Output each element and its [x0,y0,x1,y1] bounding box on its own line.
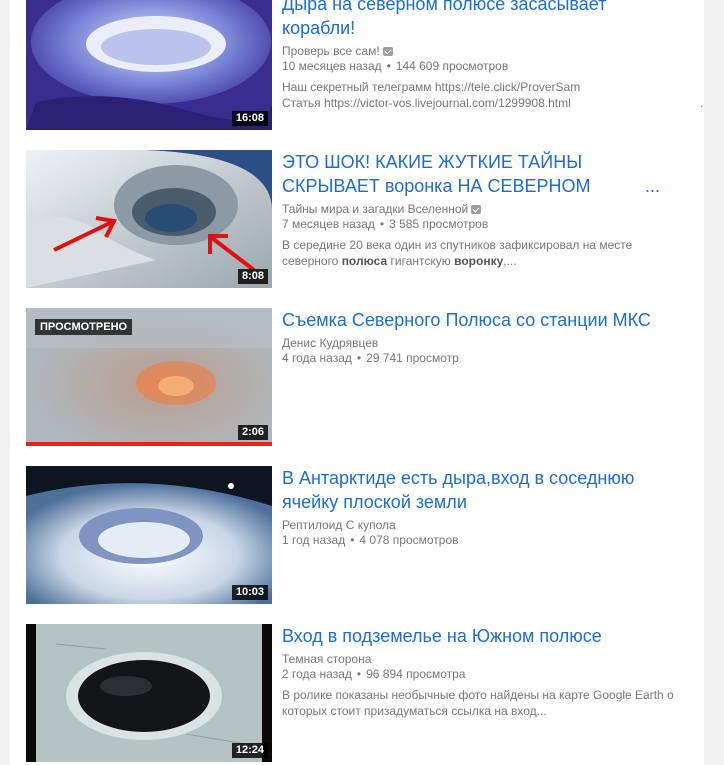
upload-age: 4 года назад [282,351,352,365]
watch-progress-bar [26,442,272,446]
video-thumbnail[interactable]: ПРОСМОТРЕНО 2:06 [26,308,272,446]
view-count: 4 078 просмотров [359,533,459,547]
video-title[interactable]: Дыра на северном полюсе засасывает кораб… [282,0,690,40]
video-duration: 16:08 [231,111,268,126]
video-duration: 8:08 [237,269,268,284]
watched-badge: ПРОСМОТРЕНО [35,319,133,335]
video-info: ЭТО ШОК! КАКИЕ ЖУТКИЕ ТАЙНЫ СКРЫВАЕТ вор… [282,150,690,269]
video-description: Наш секретный телеграмм https://tele.cli… [282,79,704,111]
video-meta: 4 года назад • 29 741 просмотр [282,351,690,366]
meta-separator: • [350,533,355,547]
video-meta: 10 месяцев назад • 144 609 просмотров [282,59,690,74]
video-title[interactable]: Вход в подземелье на Южном полюсе [282,624,690,648]
channel-name-row: Темная сторона [282,652,690,667]
video-result-5[interactable]: 12:24 Вход в подземелье на Южном полюсе … [26,624,696,762]
title-ellipsis: ... [644,176,660,196]
thumbnail-image [26,466,272,604]
video-title[interactable]: В Антарктиде есть дыра,вход в соседнюю я… [282,466,690,514]
video-info: Съемка Северного Полюса со станции МКС Д… [282,308,690,366]
channel-name[interactable]: Денис Кудрявцев [282,336,378,350]
thumbnail-image [26,624,272,762]
video-description: В ролике показаны необычные фото найдены… [282,688,674,718]
view-count: 29 741 просмотр [366,351,459,365]
video-thumbnail[interactable]: 12:24 [26,624,272,762]
video-result-4[interactable]: 10:03 В Антарктиде есть дыра,вход в сосе… [26,466,696,604]
upload-age: 10 месяцев назад [282,59,382,73]
meta-separator: • [386,59,391,73]
meta-separator: • [356,667,362,681]
meta-separator: • [356,351,362,365]
video-title[interactable]: ЭТО ШОК! КАКИЕ ЖУТКИЕ ТАЙНЫ СКРЫВАЕТ вор… [282,150,690,198]
video-duration: 10:03 [231,585,268,600]
upload-age: 7 месяцев назад [282,217,375,231]
video-meta: 2 года назад • 96 894 просмотра [282,667,690,682]
channel-name[interactable]: Рептилоид С купола [282,518,396,532]
video-meta: 7 месяцев назад • 3 585 просмотров [282,217,690,232]
video-result-3[interactable]: ПРОСМОТРЕНО 2:06 Съемка Северного Полюса… [26,308,696,446]
verified-icon [471,205,482,215]
channel-name[interactable]: Темная сторона [282,652,371,666]
channel-name-row: Проверь все сам! [282,44,690,59]
channel-name[interactable]: Тайны мира и загадки Вселенной [282,202,468,216]
channel-name-row: Рептилоид С купола [282,518,690,533]
search-results-panel: 16:08 Дыра на северном полюсе засасывает… [10,0,704,765]
video-result-1[interactable]: 16:08 Дыра на северном полюсе засасывает… [26,0,704,130]
video-thumbnail[interactable]: 8:08 [26,150,272,288]
channel-name-row: Тайны мира и загадки Вселенной [282,202,690,217]
view-count: 144 609 просмотров [395,59,509,73]
video-meta: 1 год назад • 4 078 просмотров [282,533,690,548]
view-count: 3 585 просмотров [389,217,489,231]
channel-name-row: Денис Кудрявцев [282,336,690,351]
meta-separator: • [379,217,385,231]
video-thumbnail[interactable]: 10:03 [26,466,272,604]
video-info: Дыра на северном полюсе засасывает кораб… [282,0,704,111]
channel-name[interactable]: Проверь все сам! [282,44,380,58]
view-count: 96 894 просмотра [366,667,466,681]
video-thumbnail[interactable]: 16:08 [26,0,272,130]
video-duration: 12:24 [231,743,268,758]
upload-age: 1 год назад [282,533,346,547]
thumbnail-image [26,150,272,288]
video-description: В середине 20 века один из спутников заф… [282,238,633,268]
verified-icon [382,47,393,57]
video-duration: 2:06 [237,425,268,440]
description-more: ... [699,96,704,110]
video-result-2[interactable]: 8:08 ЭТО ШОК! КАКИЕ ЖУТКИЕ ТАЙНЫ СКРЫВАЕ… [26,150,696,288]
video-info: В Антарктиде есть дыра,вход в соседнюю я… [282,466,690,548]
video-info: Вход в подземелье на Южном полюсе Темная… [282,624,690,719]
video-title[interactable]: Съемка Северного Полюса со станции МКС [282,308,690,332]
upload-age: 2 года назад [282,667,352,681]
